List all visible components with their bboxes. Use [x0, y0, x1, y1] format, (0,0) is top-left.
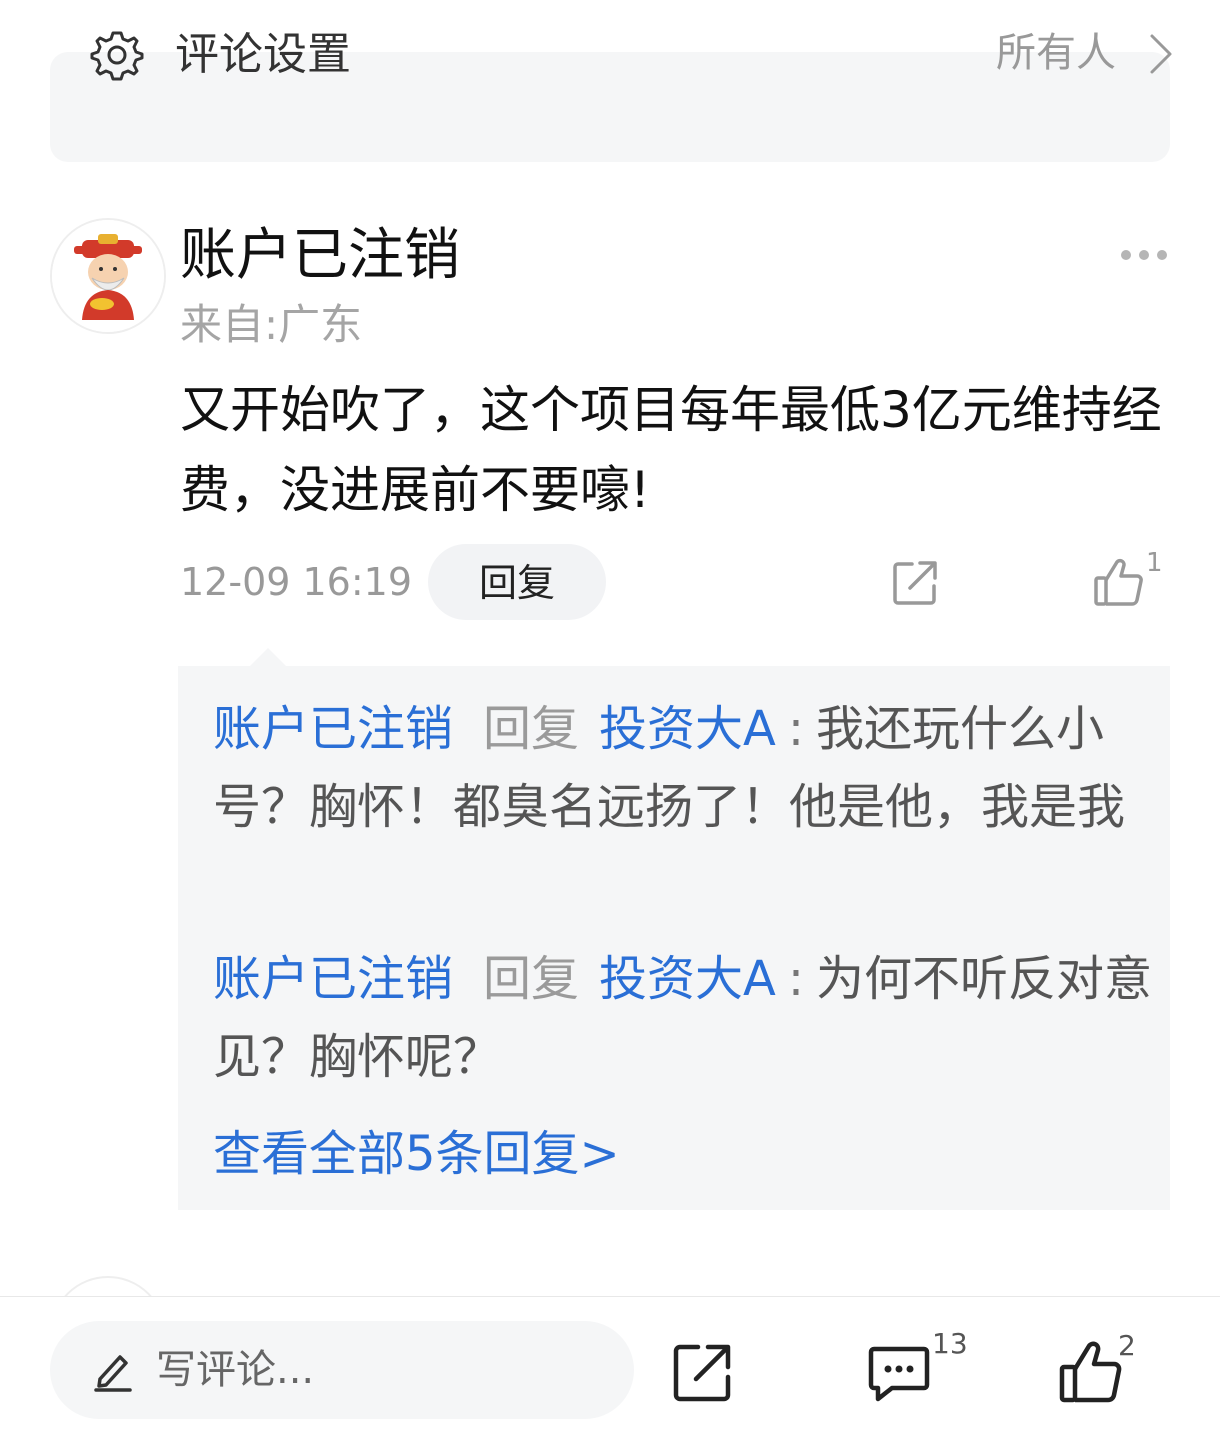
share-icon[interactable] — [890, 558, 940, 608]
comment-timestamp: 12-09 16:19 — [180, 560, 413, 604]
reply-target[interactable]: 投资大A — [599, 701, 776, 757]
comments-count-badge: 13 — [932, 1327, 968, 1360]
comment-location: 来自:广东 — [180, 300, 363, 349]
pencil-icon — [90, 1347, 136, 1393]
comment-bubble-icon[interactable] — [866, 1341, 932, 1407]
comment-input-placeholder: 写评论... — [156, 1347, 315, 1393]
reply-colon: : — [787, 951, 805, 1007]
reply-target[interactable]: 投资大A — [599, 951, 776, 1007]
settings-label: 评论设置 — [175, 29, 351, 80]
comment-text: 又开始吹了，这个项目每年最低3亿元维持经费，没进展前不要嚎! — [180, 381, 1162, 519]
reply-author[interactable]: 账户已注销 — [213, 951, 453, 1007]
thumbs-up-icon[interactable] — [1093, 556, 1145, 608]
reply-box-notch — [250, 648, 286, 666]
settings-value[interactable]: 所有人 — [996, 28, 1116, 78]
reply-button[interactable]: 回复 — [428, 544, 606, 620]
comment-page: 评论设置 所有人 账户已注销 来自:广东 又开始吹了，这个项目每年最低3亿元维持… — [0, 0, 1220, 1443]
bottom-action-bar: 写评论... 13 2 — [0, 1296, 1220, 1443]
thumbs-up-icon[interactable] — [1058, 1339, 1124, 1405]
view-all-replies-link[interactable]: 查看全部5条回复> — [213, 1115, 620, 1193]
reply-verb: 回复 — [483, 701, 580, 757]
comment-input[interactable]: 写评论... — [50, 1321, 634, 1419]
share-icon[interactable] — [670, 1341, 734, 1405]
gear-icon — [90, 28, 144, 82]
reply-item[interactable]: 账户已注销 回复 投资大A: 我还玩什么小号？胸怀！都臭名远扬了！他是他，我是我 — [213, 690, 1153, 846]
reply-verb: 回复 — [483, 951, 580, 1007]
reply-author[interactable]: 账户已注销 — [213, 701, 453, 757]
reply-colon: : — [787, 701, 805, 757]
avatar[interactable] — [50, 218, 166, 334]
likes-count-badge: 2 — [1118, 1329, 1136, 1362]
comment-like-count: 1 — [1146, 548, 1163, 578]
comment-username[interactable]: 账户已注销 — [180, 222, 460, 290]
chevron-right-icon[interactable] — [1146, 32, 1176, 76]
more-options-icon[interactable] — [1118, 242, 1170, 268]
reply-item[interactable]: 账户已注销 回复 投资大A: 为何不听反对意见？胸怀呢？ — [213, 940, 1153, 1096]
